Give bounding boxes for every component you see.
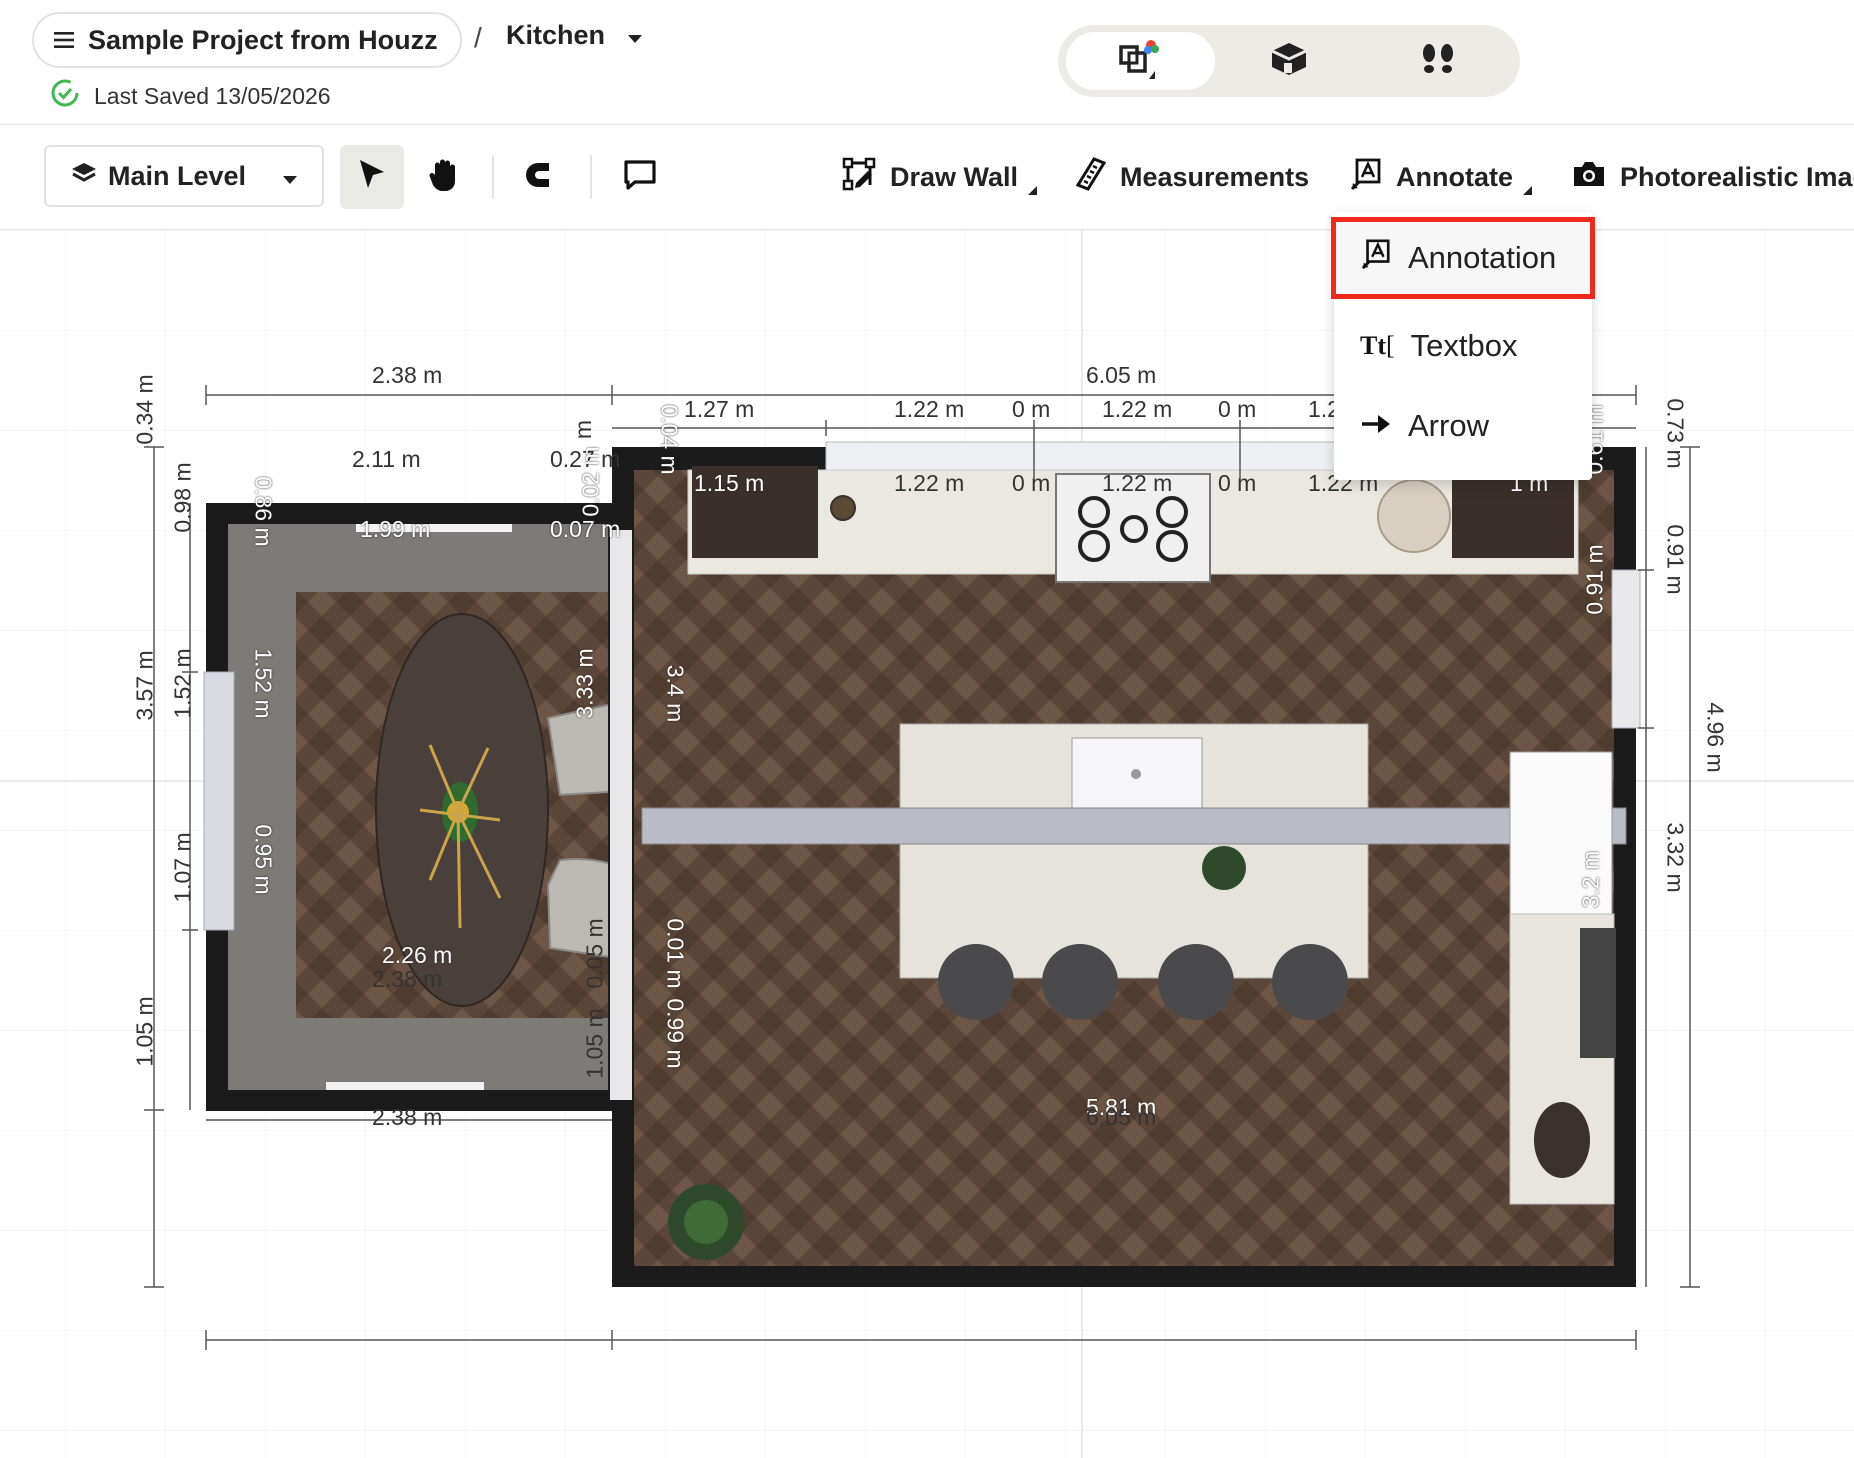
2d-floorplan-icon	[1115, 39, 1165, 84]
photorealistic-label: Photorealistic Imag	[1620, 161, 1854, 192]
arrow-right-icon	[1360, 408, 1392, 444]
measurements-button[interactable]: Measurements	[1075, 151, 1310, 203]
photorealistic-image-button[interactable]: Photorealistic Imag	[1572, 151, 1854, 203]
cursor-arrow-icon	[356, 158, 388, 197]
annotate-label: Annotate	[1396, 161, 1513, 192]
potted-plant	[1202, 846, 1246, 890]
top-header: Sample Project from Houzz / Kitchen Last…	[0, 0, 1854, 125]
toolbar-divider	[492, 155, 494, 199]
hand-pan-icon	[427, 157, 461, 198]
room-name: Kitchen	[506, 20, 606, 50]
annotate-icon	[1350, 157, 1382, 198]
level-label: Main Level	[108, 160, 247, 191]
dining-room	[203, 503, 649, 1111]
submenu-indicator-icon	[1028, 186, 1038, 195]
view-3d-button[interactable]	[1215, 32, 1364, 90]
last-saved-text: Last Saved 13/05/2026	[94, 82, 331, 109]
draw-wall-label: Draw Wall	[890, 161, 1019, 192]
comment-button[interactable]	[608, 145, 672, 209]
saved-check-icon	[50, 78, 80, 114]
hamburger-menu-icon	[54, 25, 74, 56]
magnet-icon	[524, 160, 560, 195]
menu-item-label: Annotation	[1408, 240, 1557, 275]
ruler-icon	[1075, 156, 1107, 198]
chevron-down-icon	[627, 20, 643, 51]
menu-item-arrow[interactable]: Arrow	[1334, 388, 1592, 464]
layers-icon	[70, 161, 98, 192]
pan-tool-button[interactable]	[412, 145, 476, 209]
magnet-snap-button[interactable]	[510, 145, 574, 209]
comment-bubble-icon	[623, 159, 657, 196]
room-select[interactable]: Kitchen	[506, 20, 643, 51]
select-tool-button[interactable]	[340, 145, 404, 209]
menu-item-label: Textbox	[1410, 328, 1518, 363]
annotate-button[interactable]: Annotate	[1350, 151, 1532, 203]
view-2d-button[interactable]	[1066, 32, 1215, 90]
level-select[interactable]: Main Level	[44, 145, 324, 207]
save-status: Last Saved 13/05/2026	[50, 78, 331, 114]
menu-item-annotation[interactable]: Annotation	[1331, 217, 1595, 299]
menu-item-label: Arrow	[1408, 408, 1489, 443]
breadcrumb-separator: /	[474, 22, 482, 53]
project-name: Sample Project from Houzz	[88, 24, 438, 55]
measurements-label: Measurements	[1120, 161, 1310, 192]
textbox-icon: Tt[	[1360, 331, 1395, 360]
menu-item-textbox[interactable]: Tt[ Textbox	[1334, 308, 1592, 384]
potted-plant	[668, 1184, 744, 1260]
annotate-dropdown-menu: Annotation Tt[ Textbox Arrow	[1331, 212, 1595, 480]
3d-view-icon	[1270, 41, 1308, 82]
walkthrough-footsteps-icon	[1419, 41, 1457, 82]
view-mode-toggle	[1058, 25, 1520, 97]
submenu-indicator-icon	[1523, 186, 1532, 195]
camera-icon	[1572, 160, 1606, 195]
annotation-icon	[1360, 238, 1392, 278]
draw-wall-icon	[842, 157, 876, 198]
chevron-down-icon	[282, 161, 298, 192]
view-walkthrough-button[interactable]	[1363, 32, 1512, 90]
kitchen-room	[608, 441, 1641, 1287]
project-menu-button[interactable]: Sample Project from Houzz	[32, 12, 462, 68]
toolbar-divider	[590, 155, 592, 199]
draw-wall-button[interactable]: Draw Wall	[842, 151, 1038, 203]
